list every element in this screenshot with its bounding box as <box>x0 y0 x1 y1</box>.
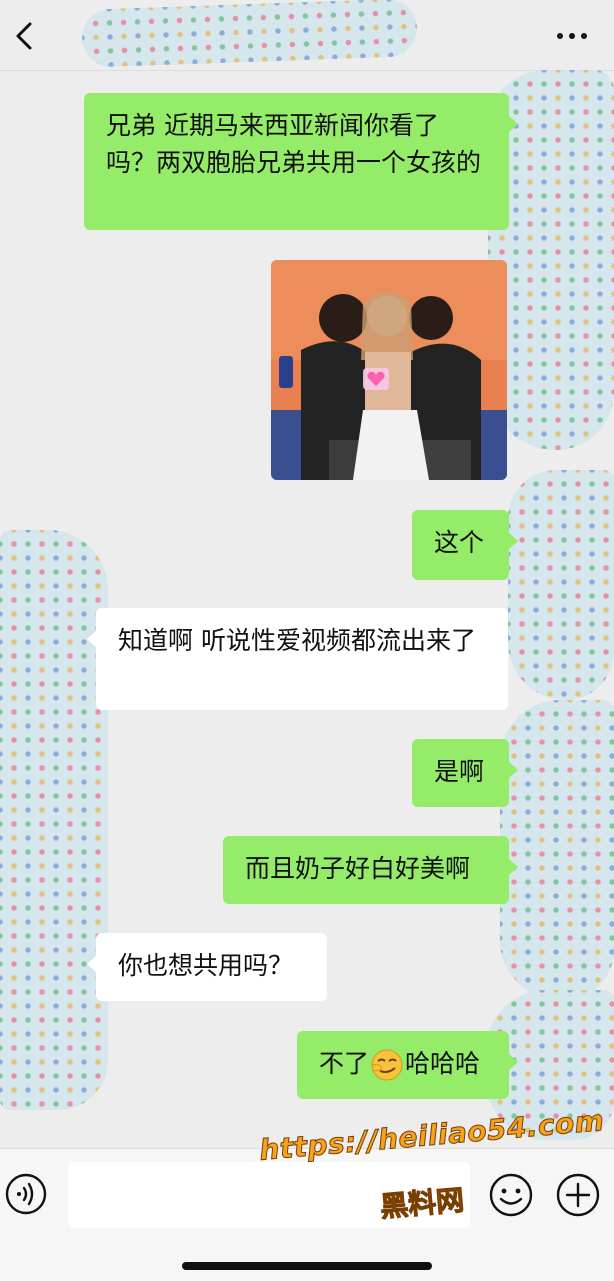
message-text-after-emoji: 哈哈哈 <box>405 1049 481 1078</box>
message-text: 知道啊 听说性爱视频都流出来了 <box>118 626 476 655</box>
message-text: 你也想共用吗？ <box>118 951 294 980</box>
outgoing-message[interactable]: 不了 哈哈哈 <box>297 1031 518 1099</box>
plus-circle-icon[interactable] <box>555 1172 601 1218</box>
message-text: 不了 <box>319 1049 370 1078</box>
incoming-message[interactable]: 你也想共用吗？ <box>87 933 327 1001</box>
privacy-mask <box>81 0 418 68</box>
incoming-message[interactable]: 知道啊 听说性爱视频都流出来了 <box>87 608 508 710</box>
message-text: 这个 <box>434 528 485 557</box>
outgoing-message[interactable]: 这个 <box>412 510 518 580</box>
privacy-mask <box>500 700 614 1000</box>
chevron-left-icon[interactable] <box>6 12 46 60</box>
message-text: 是啊 <box>434 757 485 786</box>
outgoing-message[interactable]: 是啊 <box>412 739 518 807</box>
photo-image <box>271 260 507 480</box>
voice-icon[interactable] <box>4 1172 48 1216</box>
heart-pixel-icon <box>363 368 389 390</box>
home-indicator <box>182 1262 432 1270</box>
outgoing-message[interactable]: 而且奶子好白好美啊 <box>223 836 518 904</box>
ellipsis-icon[interactable] <box>550 22 594 50</box>
smiley-icon[interactable] <box>488 1172 534 1218</box>
image-message[interactable] <box>271 260 507 480</box>
privacy-mask <box>508 470 614 700</box>
watermark-name: 黑料网 <box>378 1183 466 1224</box>
message-text: 而且奶子好白好美啊 <box>245 854 471 883</box>
privacy-mask <box>0 530 108 1110</box>
smirk-emoji-icon <box>370 1048 404 1082</box>
outgoing-message[interactable]: 兄弟 近期马来西亚新闻你看了吗？两双胞胎兄弟共用一个女孩的 <box>84 93 518 230</box>
message-text: 兄弟 近期马来西亚新闻你看了吗？两双胞胎兄弟共用一个女孩的 <box>106 111 482 177</box>
